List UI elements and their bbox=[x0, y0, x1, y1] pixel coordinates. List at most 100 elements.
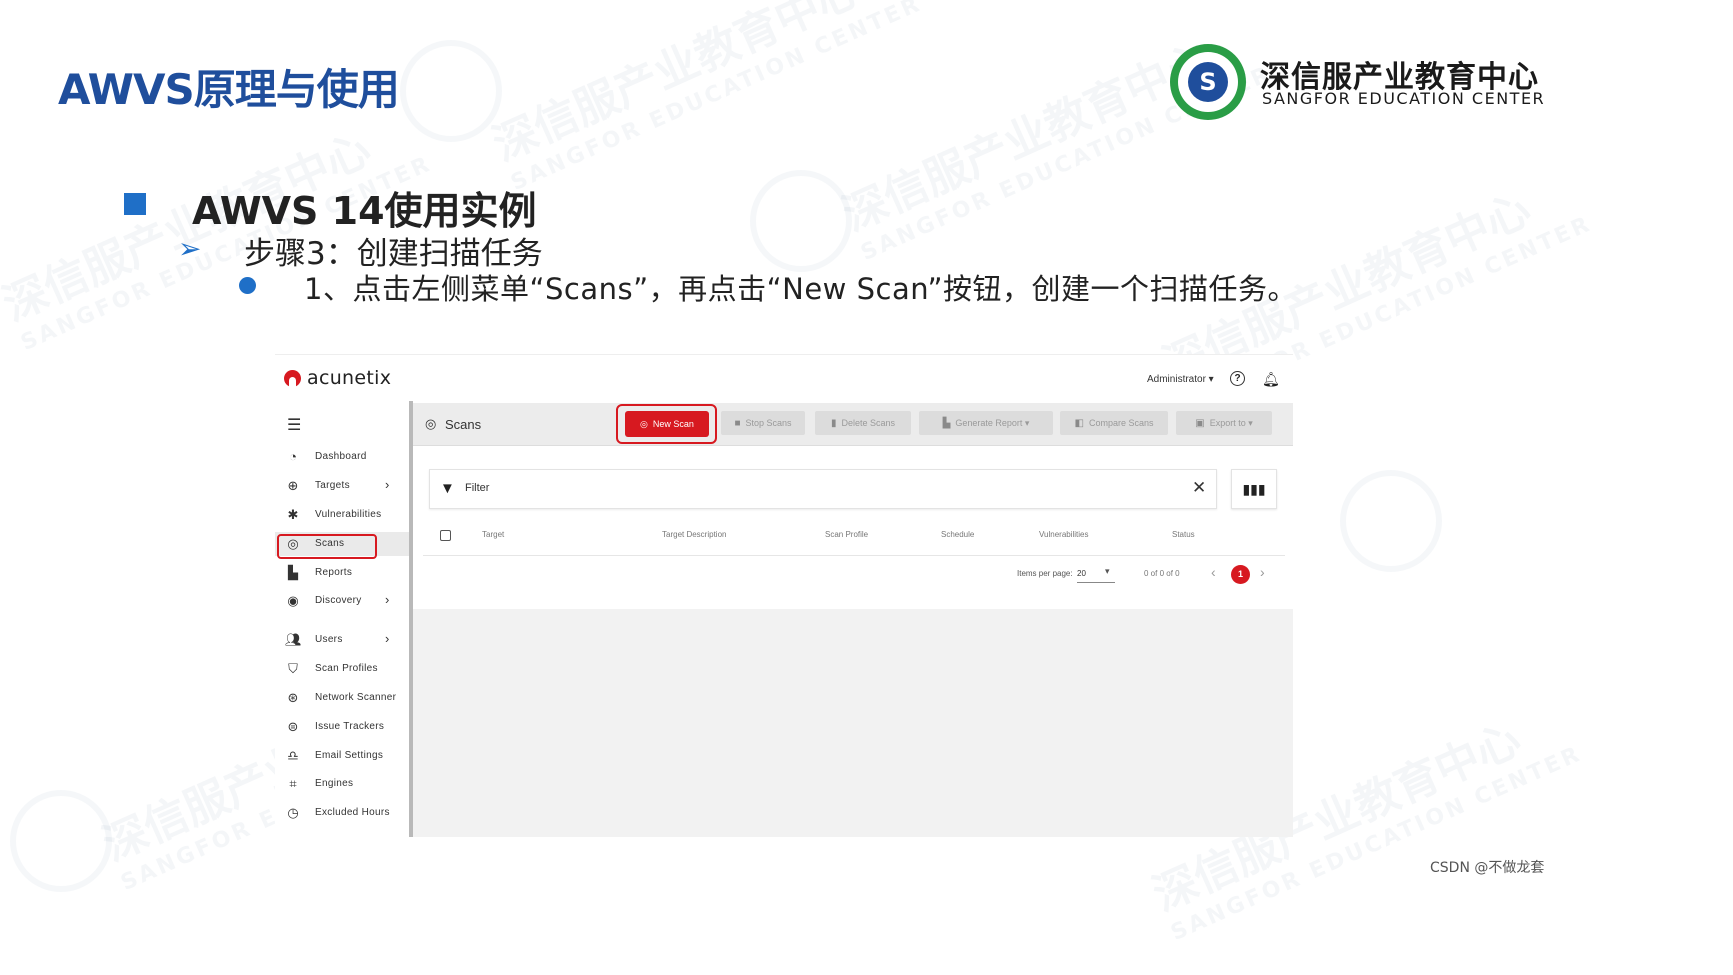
watermark: 深信服产业教育中心SANGFOR EDUCATION CENTER bbox=[835, 33, 1276, 267]
sangfor-logo: S bbox=[1170, 44, 1246, 120]
column-header[interactable]: Vulnerabilities bbox=[1039, 530, 1089, 539]
step-instruction: 1、点击左侧菜单“Scans”，再点击“New Scan”按钮，创建一个扫描任务… bbox=[304, 272, 1298, 306]
column-header[interactable]: Status bbox=[1172, 530, 1195, 539]
sidebar-item-discovery[interactable]: ◉ Discovery › bbox=[275, 589, 409, 613]
previous-page-icon[interactable]: ‹ bbox=[1211, 564, 1216, 580]
sidebar-item-label: Targets bbox=[315, 480, 350, 491]
watermark-seal bbox=[750, 170, 852, 272]
notification-bell-icon[interactable]: 🔔︎ bbox=[1262, 371, 1280, 388]
acunetix-logo[interactable]: acunetix bbox=[284, 367, 391, 389]
clear-filter-icon[interactable]: ✕ bbox=[1192, 478, 1206, 498]
sidebar: ☰ ◔ Dashboard ⊕ Targets › ✱ Vulnerabilit… bbox=[275, 401, 413, 837]
export-icon: ▣ bbox=[1195, 417, 1205, 429]
target-icon: ⊕ bbox=[287, 478, 299, 493]
clock-icon: ◷ bbox=[287, 805, 299, 820]
filter-label: Filter bbox=[465, 482, 490, 494]
generate-report-button[interactable]: ▙ Generate Report ▾ bbox=[919, 411, 1053, 435]
columns-icon: ▮▮▮ bbox=[1242, 481, 1266, 497]
user-menu[interactable]: Administrator ▾ bbox=[1147, 374, 1214, 385]
page-title: Scans bbox=[445, 417, 482, 432]
sidebar-item-email-settings[interactable]: ♎︎ Email Settings bbox=[275, 744, 409, 768]
column-header[interactable]: Target bbox=[482, 530, 504, 539]
sidebar-item-targets[interactable]: ⊕ Targets › bbox=[275, 474, 409, 498]
arrow-bullet-icon: ➢ bbox=[178, 232, 202, 265]
select-all-checkbox[interactable] bbox=[440, 530, 451, 541]
chip-icon: ⌗ bbox=[289, 776, 297, 791]
caret-down-icon[interactable]: ▾ bbox=[1105, 566, 1110, 577]
delete-scans-label: Delete Scans bbox=[841, 418, 896, 428]
watermark: 深信服产业教育中心SANGFOR EDUCATION CENTER bbox=[485, 0, 926, 197]
current-page-button[interactable]: 1 bbox=[1231, 565, 1250, 584]
stop-scans-label: Stop Scans bbox=[745, 418, 792, 428]
org-name-en: SANGFOR EDUCATION CENTER bbox=[1262, 89, 1546, 108]
sidebar-item-engines[interactable]: ⌗ Engines bbox=[275, 772, 409, 796]
chevron-right-icon: › bbox=[385, 477, 390, 492]
gauge-icon: ◔ bbox=[289, 449, 297, 464]
compass-icon: ◉ bbox=[287, 593, 299, 608]
empty-content-area bbox=[413, 609, 1293, 837]
sidebar-item-users[interactable]: 👥︎ Users › bbox=[275, 628, 409, 652]
stop-icon: ■ bbox=[734, 417, 741, 429]
sidebar-item-excluded-hours[interactable]: ◷ Excluded Hours bbox=[275, 801, 409, 825]
slide-title: AWVS原理与使用 bbox=[58, 65, 400, 114]
chevron-right-icon: › bbox=[385, 631, 390, 646]
scans-highlight-box bbox=[277, 534, 377, 559]
sidebar-item-reports[interactable]: ▙ Reports bbox=[275, 561, 409, 585]
pagination-range: 0 of 0 of 0 bbox=[1144, 569, 1180, 578]
column-header[interactable]: Scan Profile bbox=[825, 530, 868, 539]
sidebar-item-issue-trackers[interactable]: ⊜ Issue Trackers bbox=[275, 715, 409, 739]
bug-icon: ✱ bbox=[287, 507, 299, 522]
sidebar-item-label: Excluded Hours bbox=[315, 807, 390, 818]
brand-name: acunetix bbox=[307, 367, 392, 389]
document-icon: ▙ bbox=[942, 417, 951, 429]
users-icon: 👥︎ bbox=[285, 632, 302, 647]
trash-icon: ▮ bbox=[830, 417, 837, 429]
footer-credit: CSDN @不做龙套 bbox=[1430, 860, 1545, 876]
bell-icon: ♎︎ bbox=[287, 748, 299, 763]
acunetix-logo-icon bbox=[284, 369, 301, 387]
column-header[interactable]: Schedule bbox=[941, 530, 974, 539]
hamburger-menu-icon[interactable]: ☰ bbox=[287, 415, 301, 435]
square-bullet-icon bbox=[124, 193, 146, 215]
shield-icon: ⛉ bbox=[288, 661, 298, 676]
watermark-seal bbox=[400, 40, 502, 142]
new-scan-label: New Scan bbox=[652, 419, 694, 429]
sidebar-item-label: Users bbox=[315, 634, 343, 645]
sidebar-item-label: Dashboard bbox=[315, 451, 367, 462]
delete-scans-button[interactable]: ▮ Delete Scans bbox=[815, 411, 911, 435]
tracker-icon: ⊜ bbox=[287, 719, 299, 734]
export-to-button[interactable]: ▣ Export to ▾ bbox=[1176, 411, 1272, 435]
network-icon: ⊛ bbox=[287, 690, 299, 705]
column-header[interactable]: Target Description bbox=[662, 530, 726, 539]
document-icon: ▙ bbox=[288, 565, 298, 580]
app-topbar: acunetix Administrator ▾ ? 🔔︎ bbox=[275, 355, 1293, 401]
filter-icon: ▼ bbox=[440, 480, 455, 497]
stop-scans-button[interactable]: ■ Stop Scans bbox=[721, 411, 805, 435]
sidebar-item-dashboard[interactable]: ◔ Dashboard bbox=[275, 445, 409, 469]
compare-scans-label: Compare Scans bbox=[1088, 418, 1154, 428]
section-heading: AWVS 14使用实例 bbox=[192, 189, 537, 233]
help-icon[interactable]: ? bbox=[1230, 371, 1245, 386]
sidebar-item-label: Issue Trackers bbox=[315, 721, 385, 732]
items-per-page-label: Items per page: bbox=[1017, 569, 1073, 578]
columns-toggle-button[interactable]: ▮▮▮ bbox=[1231, 469, 1277, 509]
sidebar-item-label: Reports bbox=[315, 567, 353, 578]
generate-report-label: Generate Report ▾ bbox=[955, 417, 1030, 428]
radar-icon: ◎ bbox=[640, 418, 648, 429]
sidebar-item-network-scanner[interactable]: ⊛ Network Scanner bbox=[275, 686, 409, 710]
radar-icon: ◎ bbox=[425, 416, 437, 431]
sidebar-item-vulnerabilities[interactable]: ✱ Vulnerabilities bbox=[275, 503, 409, 527]
next-page-icon[interactable]: › bbox=[1260, 564, 1265, 580]
sidebar-item-label: Network Scanner bbox=[315, 692, 397, 703]
new-scan-button[interactable]: ◎ New Scan bbox=[625, 411, 709, 437]
sidebar-item-label: Email Settings bbox=[315, 750, 384, 761]
sidebar-item-label: Vulnerabilities bbox=[315, 509, 382, 520]
sidebar-item-scan-profiles[interactable]: ⛉ Scan Profiles bbox=[275, 657, 409, 681]
watermark-seal bbox=[1340, 470, 1442, 572]
sidebar-item-label: Scan Profiles bbox=[315, 663, 378, 674]
acunetix-screenshot: acunetix Administrator ▾ ? 🔔︎ ☰ ◔ Dashbo… bbox=[275, 354, 1293, 837]
compare-scans-button[interactable]: ◧ Compare Scans bbox=[1060, 411, 1168, 435]
filter-bar[interactable]: ▼ Filter ✕ bbox=[429, 469, 1217, 509]
scans-table-header: Target Target Description Scan Profile S… bbox=[423, 523, 1285, 556]
scans-toolbar: ◎ Scans ◎ New Scan ■ Stop Scans ▮ Delete… bbox=[413, 403, 1293, 446]
